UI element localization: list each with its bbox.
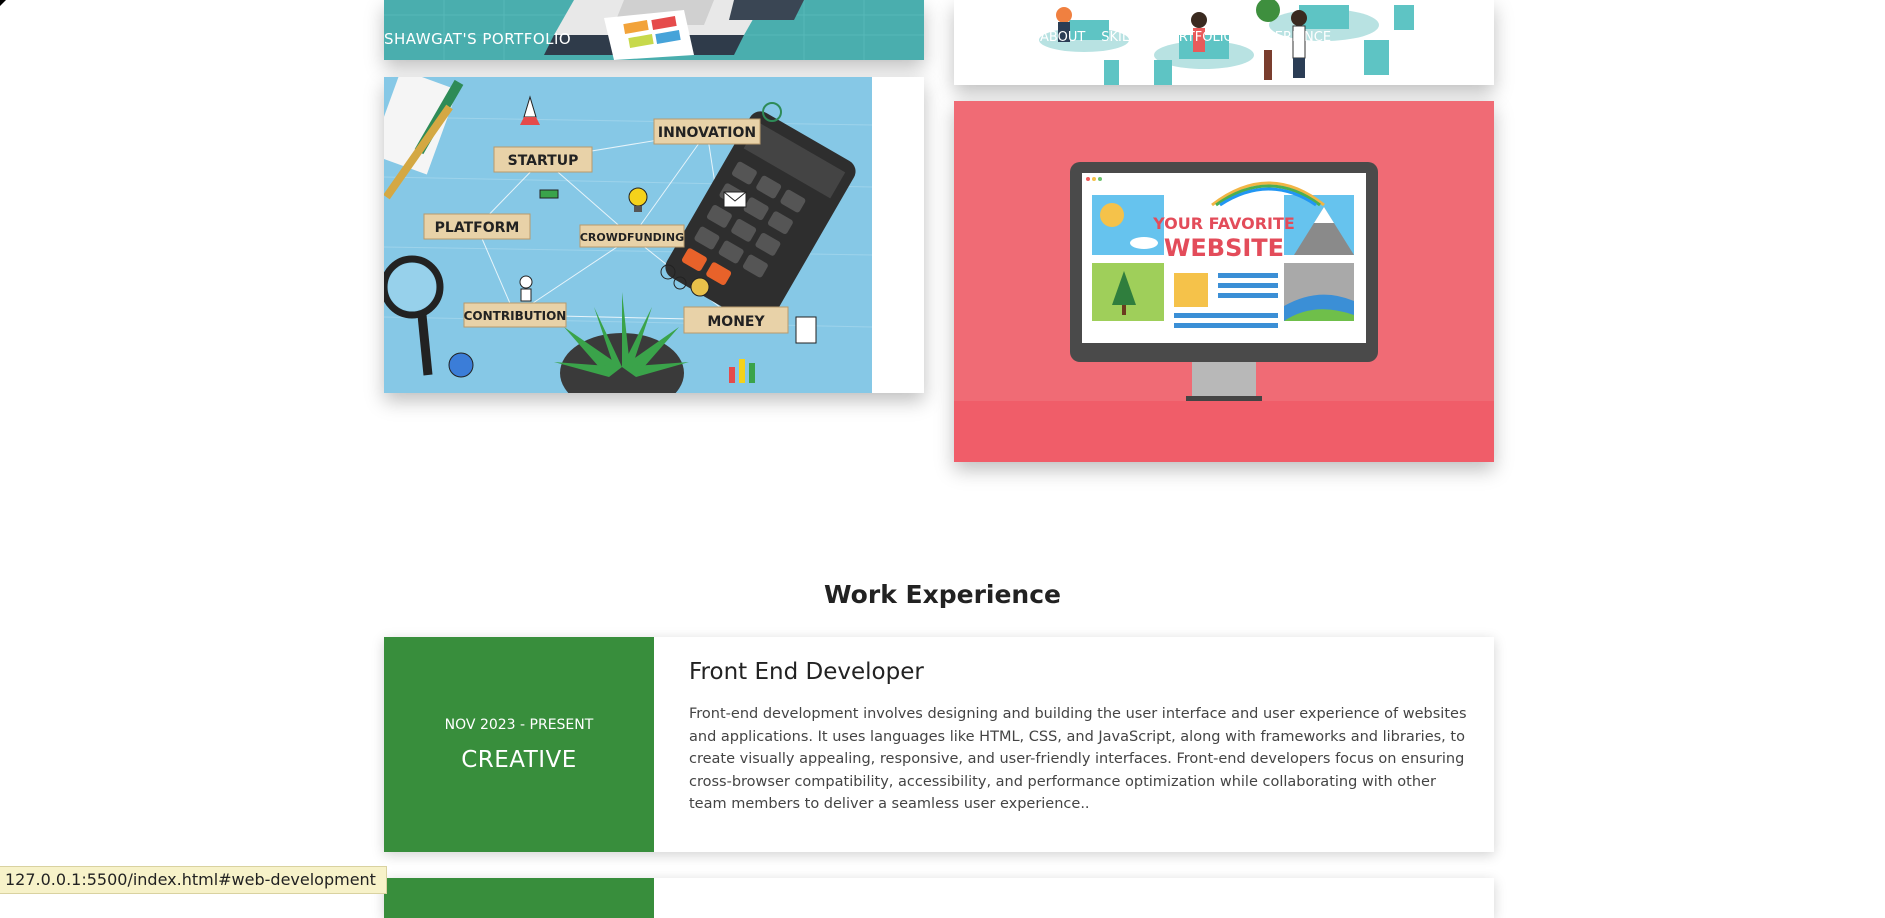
block-platform: PLATFORM bbox=[435, 220, 520, 236]
experience-date-panel: NOV 2023 - PRESENT CREATIVE bbox=[384, 637, 654, 852]
experience-details: Front End Developer Front-end developmen… bbox=[654, 637, 1494, 852]
experience-card: NOV 2023 - PRESENT CREATIVE Front End De… bbox=[384, 637, 1494, 852]
block-money: MONEY bbox=[707, 314, 765, 330]
experience-date-panel-next bbox=[384, 878, 654, 918]
section-title: Work Experience bbox=[824, 580, 1061, 609]
portfolio-card-startup[interactable]: STARTUP INNOVATION PLATFORM CROWDFUNDING… bbox=[384, 77, 924, 393]
experience-card-next bbox=[384, 878, 1494, 918]
experience-title: Front End Developer bbox=[689, 659, 924, 685]
experience-company: CREATIVE bbox=[461, 746, 577, 773]
block-contribution: CONTRIBUTION bbox=[464, 309, 567, 323]
status-bar-url: 127.0.0.1:5500/index.html#web-developmen… bbox=[0, 866, 387, 894]
nav-links: ABOUT SKILLS PORTFOLIO EXPERIENCE bbox=[1040, 30, 1331, 45]
website-title-line1: YOUR FAVORITE bbox=[1152, 214, 1295, 233]
block-startup: STARTUP bbox=[508, 153, 579, 169]
globe-icon bbox=[448, 352, 474, 378]
website-title-line2: WEBSITE bbox=[1164, 234, 1284, 262]
block-innovation: INNOVATION bbox=[658, 125, 756, 141]
nav-link-skills[interactable]: SKILLS bbox=[1101, 30, 1144, 45]
startup-illustration: STARTUP INNOVATION PLATFORM CROWDFUNDING… bbox=[384, 77, 924, 393]
money-bag-icon bbox=[690, 277, 710, 297]
nav-brand[interactable]: SHAWGAT'S PORTFOLIO bbox=[384, 30, 571, 48]
nav-link-about[interactable]: ABOUT bbox=[1040, 30, 1085, 45]
block-crowdfunding: CROWDFUNDING bbox=[580, 231, 684, 244]
portfolio-card-website[interactable]: YOUR FAVORITE WEBSITE bbox=[954, 101, 1494, 462]
experience-date: NOV 2023 - PRESENT bbox=[444, 716, 594, 733]
battery-icon bbox=[539, 189, 559, 199]
nav-link-experience[interactable]: EXPERIENCE bbox=[1250, 30, 1331, 45]
cursor-icon bbox=[0, 0, 6, 6]
nav-link-portfolio[interactable]: PORTFOLIO bbox=[1161, 30, 1234, 45]
checklist-icon bbox=[795, 316, 817, 344]
person-icon bbox=[519, 275, 533, 289]
experience-description: Front-end development involves designing… bbox=[689, 706, 1467, 812]
website-illustration: YOUR FAVORITE WEBSITE bbox=[954, 101, 1494, 462]
